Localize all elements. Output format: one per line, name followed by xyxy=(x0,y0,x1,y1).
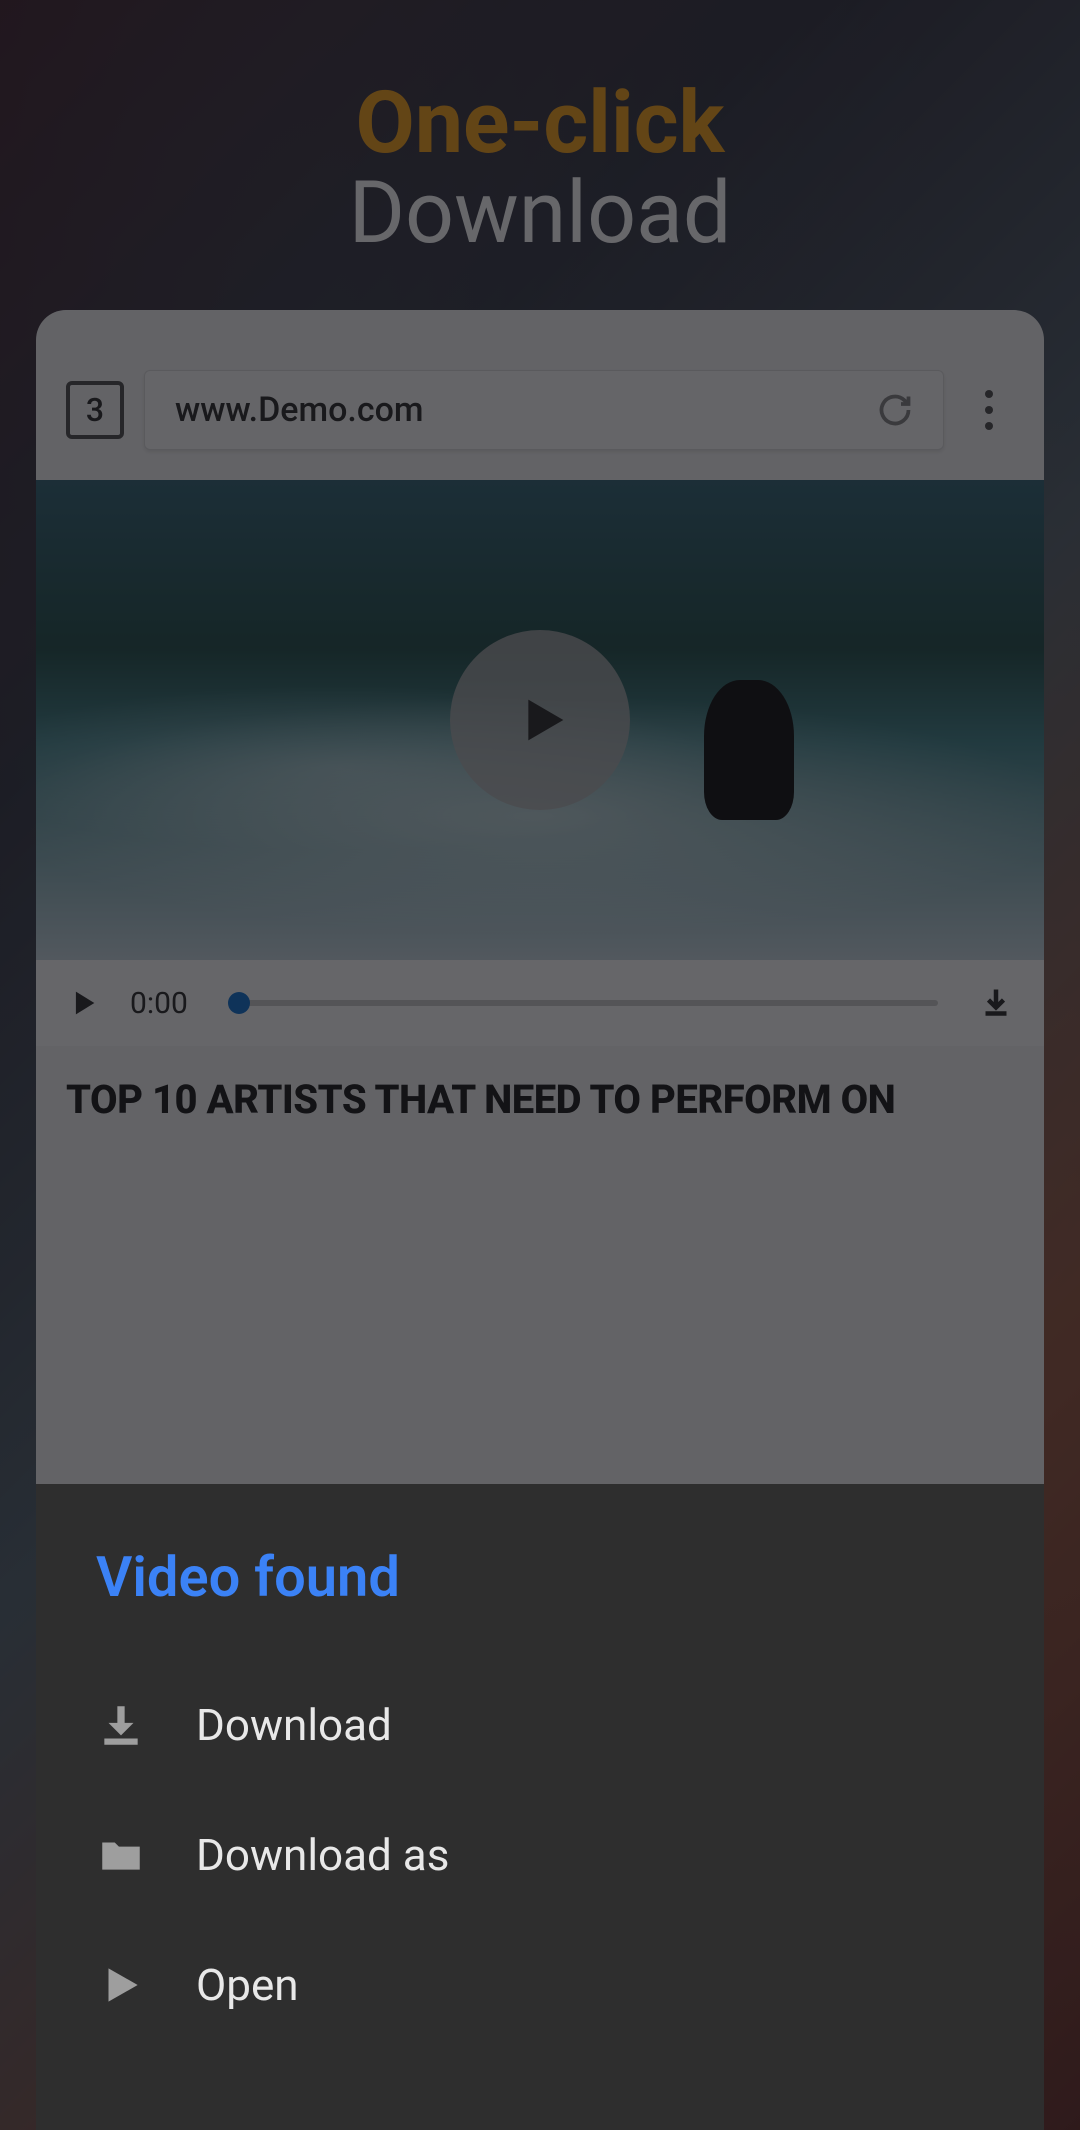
bottom-sheet: Video found Download Download as Open xyxy=(36,1484,1044,2130)
folder-icon xyxy=(96,1830,146,1880)
sheet-item-label: Download as xyxy=(196,1829,449,1881)
download-as-option[interactable]: Download as xyxy=(96,1790,984,1920)
open-option[interactable]: Open xyxy=(96,1920,984,2050)
sheet-item-label: Download xyxy=(196,1699,392,1751)
sheet-item-label: Open xyxy=(196,1959,299,2011)
sheet-title: Video found xyxy=(96,1544,984,1610)
download-option[interactable]: Download xyxy=(96,1660,984,1790)
play-icon xyxy=(96,1960,146,2010)
download-icon xyxy=(96,1700,146,1750)
